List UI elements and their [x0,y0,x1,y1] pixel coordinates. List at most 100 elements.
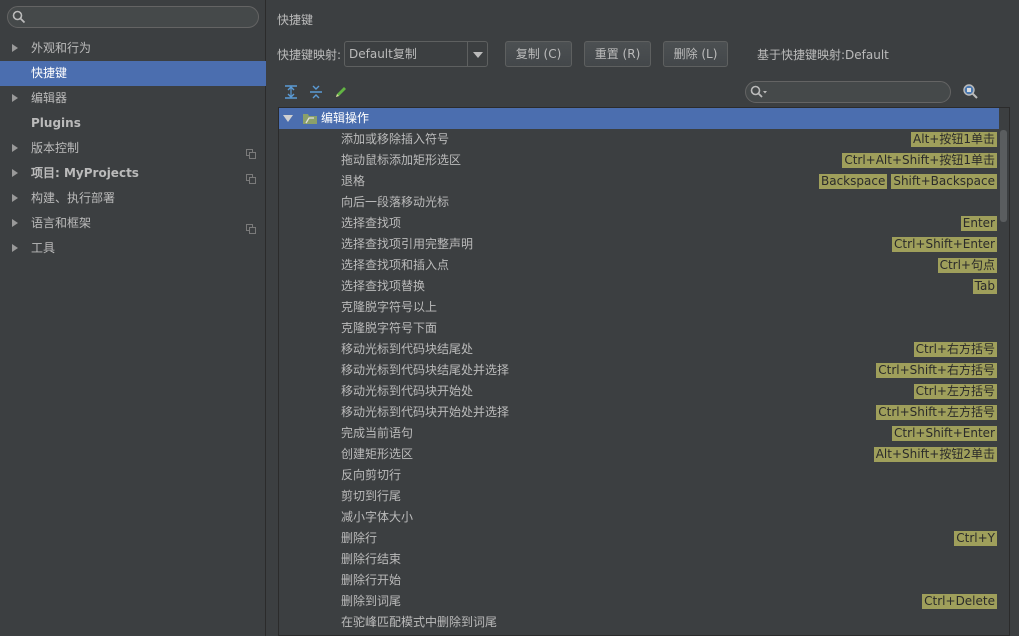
delete-button[interactable]: 删除 (L) [663,41,728,67]
sidebar-item-3[interactable]: Plugins [0,111,266,136]
chevron-right-icon[interactable] [12,44,18,52]
action-name: 添加或移除插入符号 [341,132,450,146]
keymap-tree: 编辑操作 添加或移除插入符号 Alt+按钮1单击拖动鼠标添加矩形选区 Ctrl+Al… [278,107,1010,636]
keymap-select[interactable]: Default复制 [344,41,488,67]
sidebar-item-1[interactable]: 快捷键 [0,61,266,86]
shortcut-badge: Ctrl+句点 [937,258,997,273]
shortcut-badge: Alt+按钮1单击 [911,132,997,147]
action-name: 选择查找项引用完整声明 [341,237,474,251]
action-name: 删除到词尾 [341,594,402,608]
action-row[interactable]: 删除到词尾 Ctrl+Delete [279,591,999,612]
shortcut-list: Enter [960,216,997,231]
shortcut-badge: Enter [960,216,997,231]
chevron-right-icon[interactable] [12,94,18,102]
action-name: 删除行开始 [341,573,402,587]
find-by-shortcut-icon[interactable] [961,82,981,105]
action-row[interactable]: 移动光标到代码块开始处 Ctrl+左方括号 [279,381,999,402]
search-icon [750,85,768,102]
action-row[interactable]: 拖动鼠标添加矩形选区 Ctrl+Alt+Shift+按钮1单击 [279,150,999,171]
action-row[interactable]: 选择查找项和插入点 Ctrl+句点 [279,255,999,276]
action-row[interactable]: 反向剪切行 [279,465,999,486]
sidebar-item-7[interactable]: 语言和框架 [0,211,266,236]
sidebar-item-5[interactable]: 项目: MyProjects [0,161,266,186]
sidebar-item-label: Plugins [31,116,81,130]
chevron-right-icon[interactable] [12,219,18,227]
action-row[interactable]: 移动光标到代码块开始处并选择 Ctrl+Shift+左方括号 [279,402,999,423]
sidebar-item-4[interactable]: 版本控制 [0,136,266,161]
settings-sidebar: 外观和行为快捷键编辑器 Plugins 版本控制项目: MyProjects 构建、执… [0,0,266,636]
sidebar-item-8[interactable]: 工具 [0,236,266,261]
expand-triangle-icon[interactable] [283,115,293,122]
sidebar-item-0[interactable]: 外观和行为 [0,36,266,61]
shortcut-badge: Ctrl+右方括号 [913,342,997,357]
shortcut-list: Tab [972,279,997,294]
keymap-panel: 快捷键 快捷键映射: Default复制 复制 (C) 重置 (R) 删除 (L… [267,0,1019,636]
keymap-label: 快捷键映射: [277,48,342,62]
action-row[interactable]: 剪切到行尾 [279,486,999,507]
shortcut-badge: Ctrl+Alt+Shift+按钮1单击 [842,153,997,168]
action-row[interactable]: 删除行结束 [279,549,999,570]
action-row[interactable]: 添加或移除插入符号 Alt+按钮1单击 [279,129,999,150]
settings-window: 外观和行为 快捷键 编辑器 Plugins 版本控制 项目: MyProjects 构建、执… [0,0,1019,636]
chevron-right-icon[interactable] [12,169,18,177]
action-row[interactable]: 向后一段落移动光标 [279,192,999,213]
action-name: 反向剪切行 [341,468,402,482]
shortcut-list: Ctrl+Y [954,531,997,546]
action-row[interactable]: 删除行 Ctrl+Y [279,528,999,549]
sidebar-item-label: 快捷键 [31,66,68,80]
chevron-right-icon[interactable] [12,244,18,252]
action-name: 完成当前语句 [341,426,414,440]
shortcut-badge: Shift+Backspace [891,174,997,189]
shortcut-list: Alt+Shift+按钮2单击 [873,447,997,462]
action-name: 删除行结束 [341,552,402,566]
sidebar-item-6[interactable]: 构建、执行部署 [0,186,266,211]
search-icon [12,10,26,27]
copy-button[interactable]: 复制 (C) [505,41,572,67]
action-name: 选择查找项替换 [341,279,426,293]
chevron-down-icon[interactable] [467,42,487,66]
shortcut-badge: Ctrl+Y [954,531,997,546]
action-name: 删除行 [341,531,378,545]
reset-button[interactable]: 重置 (R) [584,41,651,67]
edit-icon[interactable] [333,84,349,100]
shortcut-list: Backspace Shift+Backspace [818,174,997,189]
action-row[interactable]: 在驼峰匹配模式中删除到词尾 [279,612,999,633]
shortcut-badge: Tab [972,279,997,294]
shortcut-badge: Ctrl+Shift+右方括号 [876,363,997,378]
shortcut-badge: Ctrl+Shift+左方括号 [876,405,997,420]
action-name: 退格 [341,174,366,188]
sidebar-search-input[interactable] [7,6,259,28]
action-row[interactable]: 选择查找项 Enter [279,213,999,234]
tree-root-editor-actions[interactable]: 编辑操作 [279,108,999,129]
expand-all-icon[interactable] [283,84,299,100]
sidebar-item-2[interactable]: 编辑器 [0,86,266,111]
chevron-right-icon[interactable] [12,144,18,152]
action-row[interactable]: 选择查找项引用完整声明 Ctrl+Shift+Enter [279,234,999,255]
collapse-all-icon[interactable] [308,84,324,100]
sidebar-item-label: 项目: MyProjects [31,166,139,180]
action-name: 移动光标到代码块开始处 [341,384,474,398]
shortcut-list: Ctrl+Shift+Enter [892,237,997,252]
based-on-label: 基于快捷键映射:Default [757,48,889,62]
action-row[interactable]: 删除行开始 [279,570,999,591]
action-name: 选择查找项和插入点 [341,258,450,272]
action-row[interactable]: 创建矩形选区 Alt+Shift+按钮2单击 [279,444,999,465]
action-row[interactable]: 克隆脱字符号下面 [279,318,999,339]
shortcut-list: Ctrl+右方括号 [913,342,997,357]
action-row[interactable]: 退格 Backspace Shift+Backspace [279,171,999,192]
shortcut-badge: Ctrl+Delete [922,594,997,609]
action-row[interactable]: 移动光标到代码块结尾处 Ctrl+右方括号 [279,339,999,360]
shortcut-search-input[interactable] [745,81,951,103]
tree-scrollbar[interactable] [1000,130,1007,222]
action-name: 减小字体大小 [341,510,414,524]
chevron-right-icon[interactable] [12,194,18,202]
action-row[interactable]: 选择查找项替换 Tab [279,276,999,297]
action-row[interactable]: 克隆脱字符号以上 [279,297,999,318]
action-name: 在驼峰匹配模式中删除到词尾 [341,615,498,629]
shortcut-list: Ctrl+Alt+Shift+按钮1单击 [842,153,997,168]
page-title: 快捷键 [277,13,314,27]
action-row[interactable]: 移动光标到代码块结尾处并选择 Ctrl+Shift+右方括号 [279,360,999,381]
action-row[interactable]: 减小字体大小 [279,507,999,528]
sidebar-item-label: 编辑器 [31,91,68,105]
action-row[interactable]: 完成当前语句 Ctrl+Shift+Enter [279,423,999,444]
